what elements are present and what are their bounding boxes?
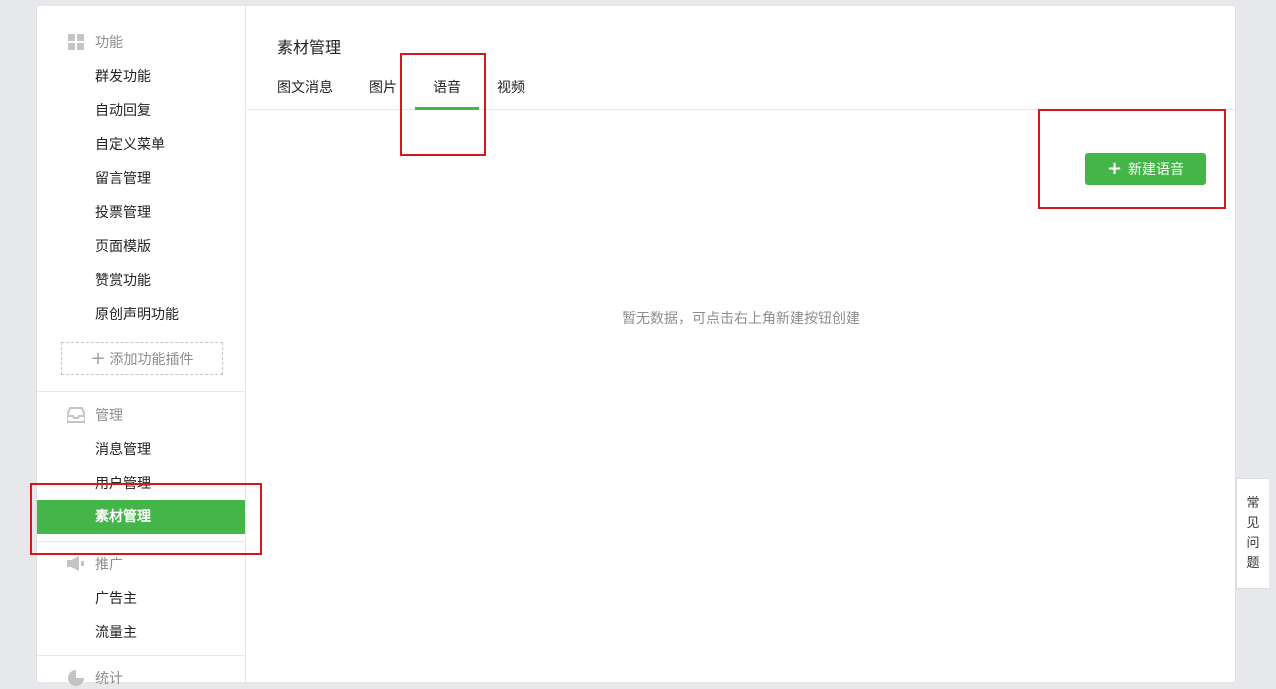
- divider: [37, 391, 245, 392]
- faq-char: 问: [1246, 535, 1260, 551]
- sidebar-item-original-claim[interactable]: 原创声明功能: [37, 298, 245, 332]
- sidebar-item-publisher[interactable]: 流量主: [37, 616, 245, 650]
- tab-bar: 图文消息 图片 语音 视频: [247, 70, 1235, 110]
- pie-chart-icon: [67, 669, 85, 687]
- divider: [37, 541, 245, 542]
- plus-icon: +: [1106, 158, 1123, 179]
- sidebar: 功能 群发功能 自动回复 自定义菜单 留言管理 投票管理 页面模版 赞赏功能 原…: [37, 6, 246, 687]
- faq-char: 常: [1246, 495, 1260, 511]
- divider: [37, 655, 245, 656]
- faq-char: 见: [1246, 515, 1260, 531]
- sidebar-item-custom-menu[interactable]: 自定义菜单: [37, 128, 245, 162]
- inbox-icon: [67, 406, 85, 424]
- new-voice-button[interactable]: + 新建语音: [1085, 153, 1206, 185]
- tab-news[interactable]: 图文消息: [277, 70, 333, 110]
- new-voice-label: 新建语音: [1128, 162, 1185, 178]
- main-content: 素材管理 图文消息 图片 语音 视频 + 新建语音 暂无数据，可点击右上角新建按…: [247, 6, 1235, 682]
- tab-images[interactable]: 图片: [369, 70, 397, 110]
- section-title: 管理: [95, 408, 123, 424]
- add-plugin-label: 添加功能插件: [109, 351, 194, 368]
- faq-button[interactable]: 常 见 问 题: [1236, 478, 1269, 589]
- sidebar-item-advertiser[interactable]: 广告主: [37, 582, 245, 616]
- section-title: 功能: [95, 35, 123, 51]
- app-frame: 功能 群发功能 自动回复 自定义菜单 留言管理 投票管理 页面模版 赞赏功能 原…: [36, 6, 1236, 687]
- empty-state-text: 暂无数据，可点击右上角新建按钮创建: [622, 311, 860, 327]
- grid-icon: [67, 33, 85, 51]
- sidebar-item-mass-send[interactable]: 群发功能: [37, 60, 245, 94]
- faq-char: 题: [1246, 555, 1260, 571]
- page-title: 素材管理: [277, 38, 342, 57]
- add-plugin-button[interactable]: + 添加功能插件: [61, 342, 223, 375]
- plus-icon: +: [90, 347, 106, 369]
- sidebar-item-users[interactable]: 用户管理: [37, 467, 245, 501]
- tab-video[interactable]: 视频: [497, 70, 525, 110]
- sidebar-item-messages[interactable]: 消息管理: [37, 433, 245, 467]
- section-promotion: 推广: [67, 553, 123, 575]
- sidebar-item-auto-reply[interactable]: 自动回复: [37, 94, 245, 128]
- megaphone-icon: [67, 555, 85, 573]
- section-statistics: 统计: [67, 667, 123, 689]
- sidebar-item-comments[interactable]: 留言管理: [37, 162, 245, 196]
- sidebar-item-page-templates[interactable]: 页面模版: [37, 230, 245, 264]
- section-title: 统计: [95, 671, 123, 687]
- sidebar-item-materials[interactable]: 素材管理: [37, 500, 245, 534]
- sidebar-item-votes[interactable]: 投票管理: [37, 196, 245, 230]
- section-title: 推广: [95, 557, 123, 573]
- section-functions: 功能: [67, 31, 123, 53]
- sidebar-item-rewards[interactable]: 赞赏功能: [37, 264, 245, 298]
- tab-voice[interactable]: 语音: [415, 70, 479, 110]
- section-management: 管理: [67, 404, 123, 426]
